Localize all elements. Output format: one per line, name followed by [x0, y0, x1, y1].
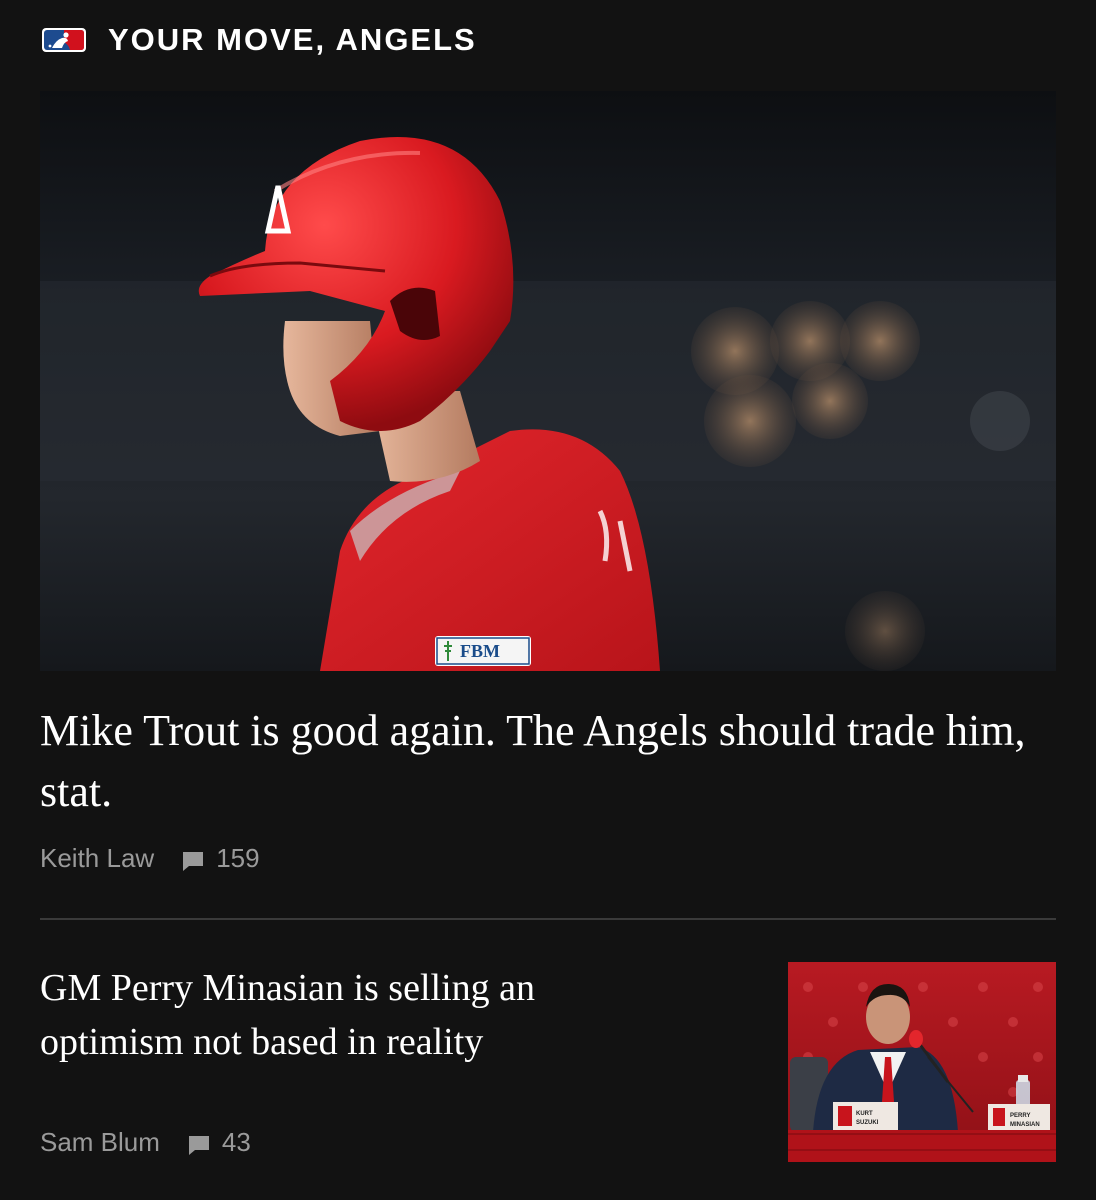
article-headline[interactable]: Mike Trout is good again. The Angels sho…	[40, 700, 1056, 822]
comment-icon	[182, 848, 204, 871]
divider	[40, 918, 1056, 920]
article-meta: Keith Law 159	[40, 843, 260, 874]
article-thumbnail[interactable]: KURT SUZUKI PERRY MINASIAN	[788, 962, 1056, 1162]
svg-text:MINASIAN: MINASIAN	[1010, 1122, 1040, 1128]
section-title: YOUR MOVE, ANGELS	[108, 22, 477, 57]
author-name[interactable]: Keith Law	[40, 843, 154, 874]
svg-text:PERRY: PERRY	[1010, 1113, 1030, 1119]
comments-link[interactable]: 43	[188, 1127, 251, 1158]
mlb-logo-icon	[42, 28, 86, 52]
comments-link[interactable]: 159	[182, 843, 260, 874]
comment-count: 43	[221, 1127, 251, 1157]
article-meta: Sam Blum 43	[40, 1127, 251, 1158]
svg-text:SUZUKI: SUZUKI	[856, 1120, 879, 1126]
hero-article-image[interactable]: FBM	[40, 91, 1056, 671]
patch-text: FBM	[460, 641, 500, 661]
article-headline[interactable]: GM Perry Minasian is selling an optimism…	[40, 961, 680, 1069]
comment-count: 159	[216, 843, 260, 873]
comment-icon	[188, 1132, 210, 1155]
section-header: YOUR MOVE, ANGELS	[42, 22, 477, 58]
svg-text:KURT: KURT	[856, 1111, 873, 1117]
author-name[interactable]: Sam Blum	[40, 1127, 160, 1158]
